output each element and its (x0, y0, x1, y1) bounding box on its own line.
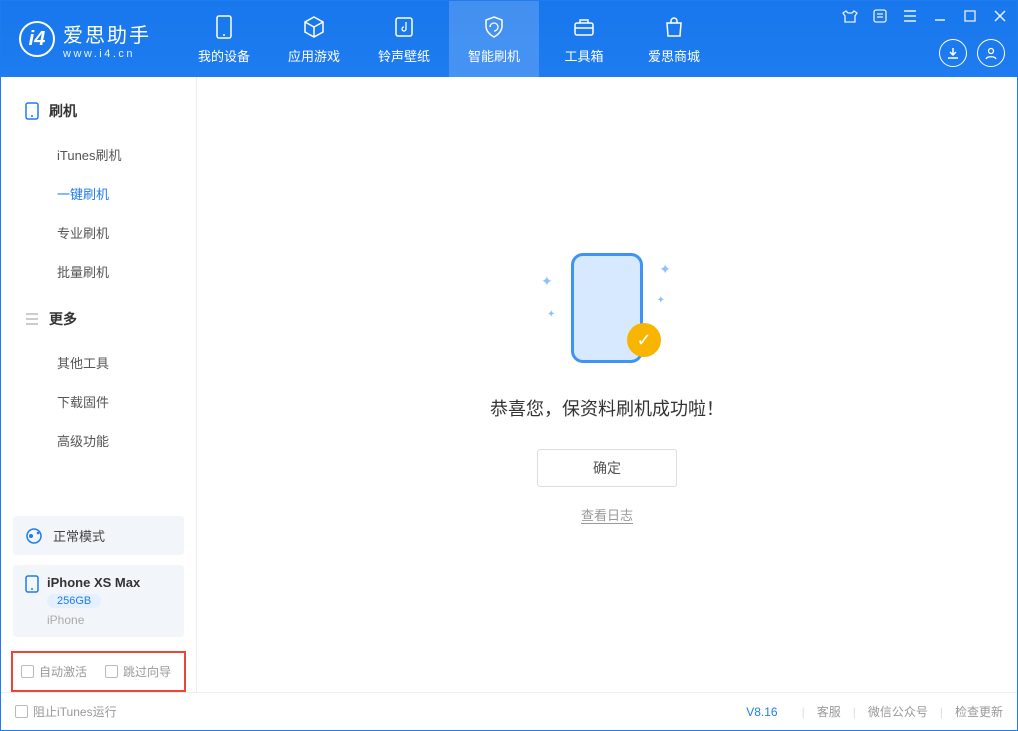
toolbox-icon (571, 14, 597, 40)
update-link[interactable]: 检查更新 (955, 703, 1003, 720)
checkbox-skip-guide[interactable]: 跳过向导 (105, 663, 171, 680)
nav-label: 我的设备 (198, 46, 250, 65)
nav-apps[interactable]: 应用游戏 (269, 1, 359, 77)
device-card[interactable]: iPhone XS Max 256GB iPhone (13, 565, 184, 637)
refresh-badge-icon (481, 14, 507, 40)
group-label: 刷机 (49, 101, 77, 121)
statusbar: 阻止iTunes运行 V8.16 | 客服 | 微信公众号 | 检查更新 (1, 692, 1017, 730)
checkbox-auto-activate[interactable]: 自动激活 (21, 663, 87, 680)
minimize-button[interactable] (931, 7, 949, 25)
check-icon: ✓ (627, 323, 661, 357)
nav-label: 铃声壁纸 (378, 46, 430, 65)
capacity-badge: 256GB (47, 594, 101, 608)
music-icon (391, 14, 417, 40)
close-button[interactable] (991, 7, 1009, 25)
nav-label: 智能刷机 (468, 46, 520, 65)
checkbox-label: 跳过向导 (123, 663, 171, 680)
nav-label: 爱思商城 (648, 46, 700, 65)
checkbox-icon (15, 705, 28, 718)
more-items: 其他工具 下载固件 高级功能 (1, 335, 196, 472)
checkbox-icon (21, 665, 34, 678)
sidebar: 刷机 iTunes刷机 一键刷机 专业刷机 批量刷机 更多 其他工具 下载固件 … (1, 77, 197, 692)
nav-label: 工具箱 (564, 46, 603, 65)
sidebar-item-batch[interactable]: 批量刷机 (1, 252, 196, 291)
phone-icon (25, 575, 39, 593)
flash-items: iTunes刷机 一键刷机 专业刷机 批量刷机 (1, 127, 196, 303)
support-link[interactable]: 客服 (817, 703, 841, 720)
logo-text: 爱思助手 www.i4.cn (63, 19, 151, 60)
checkbox-label: 阻止iTunes运行 (33, 703, 117, 720)
menu-icon[interactable] (901, 7, 919, 25)
titlebar: i4 爱思助手 www.i4.cn 我的设备 应用游戏 铃声壁纸 (1, 1, 1017, 77)
shirt-icon[interactable] (841, 7, 859, 25)
sidebar-item-itunes[interactable]: iTunes刷机 (1, 135, 196, 174)
sidebar-item-other[interactable]: 其他工具 (1, 343, 196, 382)
mode-card[interactable]: 正常模式 (13, 516, 184, 555)
feedback-icon[interactable] (871, 7, 889, 25)
device-type: iPhone (47, 613, 140, 627)
phone-icon (211, 14, 237, 40)
sidebar-group-flash[interactable]: 刷机 (1, 95, 196, 127)
success-message: 恭喜您，保资料刷机成功啦！ (490, 395, 724, 421)
checkbox-label: 自动激活 (39, 663, 87, 680)
statusbar-right: V8.16 | 客服 | 微信公众号 | 检查更新 (746, 703, 1003, 720)
header-circle-icons (939, 39, 1005, 67)
nav-flash[interactable]: 智能刷机 (449, 1, 539, 77)
group-label: 更多 (49, 309, 77, 329)
checkbox-block-itunes[interactable]: 阻止iTunes运行 (15, 703, 117, 720)
nav-toolbox[interactable]: 工具箱 (539, 1, 629, 77)
nav-ringtone[interactable]: 铃声壁纸 (359, 1, 449, 77)
sidebar-item-advanced[interactable]: 高级功能 (1, 421, 196, 460)
maximize-button[interactable] (961, 7, 979, 25)
logo-icon: i4 (19, 21, 55, 57)
window-controls (841, 7, 1009, 25)
sidebar-group-more[interactable]: 更多 (1, 303, 196, 335)
spark-icon: ✦ (659, 261, 671, 278)
list-icon (25, 313, 39, 325)
download-button[interactable] (939, 39, 967, 67)
ok-button[interactable]: 确定 (537, 449, 677, 487)
sidebar-item-oneclick[interactable]: 一键刷机 (1, 174, 196, 213)
main-nav: 我的设备 应用游戏 铃声壁纸 智能刷机 工具箱 (179, 1, 719, 77)
body: 刷机 iTunes刷机 一键刷机 专业刷机 批量刷机 更多 其他工具 下载固件 … (1, 77, 1017, 692)
user-button[interactable] (977, 39, 1005, 67)
view-log-link[interactable]: 查看日志 (581, 505, 633, 524)
spark-icon: ✦ (547, 309, 555, 320)
wechat-link[interactable]: 微信公众号 (868, 703, 928, 720)
logo[interactable]: i4 爱思助手 www.i4.cn (1, 19, 169, 60)
app-url: www.i4.cn (63, 48, 151, 60)
device-icon (25, 102, 39, 120)
spark-icon: ✦ (657, 295, 665, 306)
main-content: ✦ ✦ ✦ ✦ ✓ 恭喜您，保资料刷机成功啦！ 确定 查看日志 (197, 77, 1017, 692)
separator: | (853, 705, 856, 719)
sidebar-item-pro[interactable]: 专业刷机 (1, 213, 196, 252)
separator: | (940, 705, 943, 719)
options-row: 自动激活 跳过向导 (11, 651, 186, 692)
sidebar-item-firmware[interactable]: 下载固件 (1, 382, 196, 421)
version-label: V8.16 (746, 705, 777, 719)
bag-icon (661, 14, 687, 40)
nav-my-device[interactable]: 我的设备 (179, 1, 269, 77)
success-illustration: ✦ ✦ ✦ ✦ ✓ (547, 245, 667, 375)
nav-label: 应用游戏 (288, 46, 340, 65)
checkbox-icon (105, 665, 118, 678)
app-name: 爱思助手 (63, 19, 151, 48)
mode-icon (25, 527, 43, 545)
spark-icon: ✦ (541, 273, 553, 290)
nav-store[interactable]: 爱思商城 (629, 1, 719, 77)
device-name: iPhone XS Max (47, 575, 140, 590)
cube-icon (301, 14, 327, 40)
separator: | (802, 705, 805, 719)
mode-label: 正常模式 (53, 526, 105, 545)
device-zone: 正常模式 iPhone XS Max 256GB iPhone 自动激活 (1, 508, 196, 692)
